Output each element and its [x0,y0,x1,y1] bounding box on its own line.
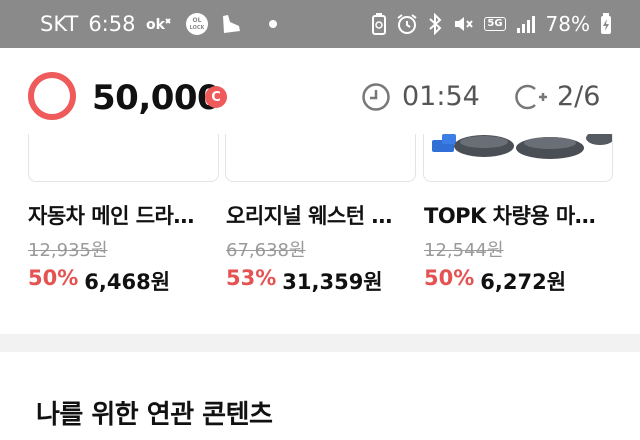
product-price: 6,468원 [84,270,171,294]
product-carousel: 자동차 메인 드라… 12,935원 50% 6,468원 오리지널 웨스턴 …… [0,134,640,334]
ol-lock-icon: OL LOCK [185,12,209,36]
coin-amount: 50,000 [92,78,221,118]
alarm-icon [396,13,418,35]
product-discount: 50% [424,266,475,290]
product-name: TOPK 차량용 마… [424,204,596,228]
bluetooth-icon [428,13,442,35]
product-card[interactable]: 오리지널 웨스턴 … 67,638원 53% 31,359원 [226,200,416,296]
shoe-icon [219,12,243,36]
signal-icon [516,14,536,34]
clock-icon [362,83,390,111]
product-original-price: 12,544원 [424,240,504,261]
network-type-badge: 5G [484,17,506,31]
product-name: 자동차 메인 드라… [28,204,194,228]
coin-badge-icon: C [205,86,227,108]
svg-text:OL: OL [193,17,202,24]
product-discount: 53% [226,266,277,290]
mute-icon [452,13,474,35]
product-price: 6,272원 [480,270,567,294]
carrier-label: SKT [40,12,79,36]
product-card[interactable]: TOPK 차량용 마… 12,544원 50% 6,272원 [424,200,614,296]
product-original-price: 67,638원 [226,240,306,261]
notification-dot-icon [269,20,278,28]
product-price-row: 53% 31,359원 [226,266,416,296]
timer-value: 01:54 [402,81,480,112]
product-discount: 50% [28,266,79,290]
product-price-row: 50% 6,272원 [424,266,614,296]
status-bar-left: SKT 6:58 ok OL LOCK [40,12,278,36]
round-counter: 2/6 [557,81,601,112]
product-name: 오리지널 웨스턴 … [226,204,392,228]
product-price-row: 50% 6,468원 [28,266,218,296]
reward-header: 50,000 C 01:54 2/6 [0,48,640,144]
product-price: 31,359원 [282,270,383,294]
product-image[interactable] [225,134,416,182]
status-bar-right: 5G 78% [372,12,612,36]
car-charger-product-image [432,134,612,159]
status-bar: SKT 6:58 ok OL LOCK 5G 78% [0,0,640,48]
svg-text:ok: ok [146,17,166,33]
product-card[interactable]: 자동차 메인 드라… 12,935원 50% 6,468원 [28,200,218,296]
battery-saver-icon [372,13,387,35]
coin-plus-icon [515,84,547,110]
battery-charging-icon [600,13,612,35]
battery-level: 78% [545,12,590,36]
product-original-price: 12,935원 [28,240,108,261]
ok-cashbag-icon: ok [145,12,175,36]
product-image[interactable] [28,134,219,182]
svg-text:LOCK: LOCK [190,25,206,31]
section-title: 나를 위한 연관 콘텐츠 [36,400,273,430]
clock: 6:58 [88,12,136,36]
progress-ring-icon [28,72,76,120]
section-divider [0,334,640,352]
product-image[interactable] [423,134,613,182]
